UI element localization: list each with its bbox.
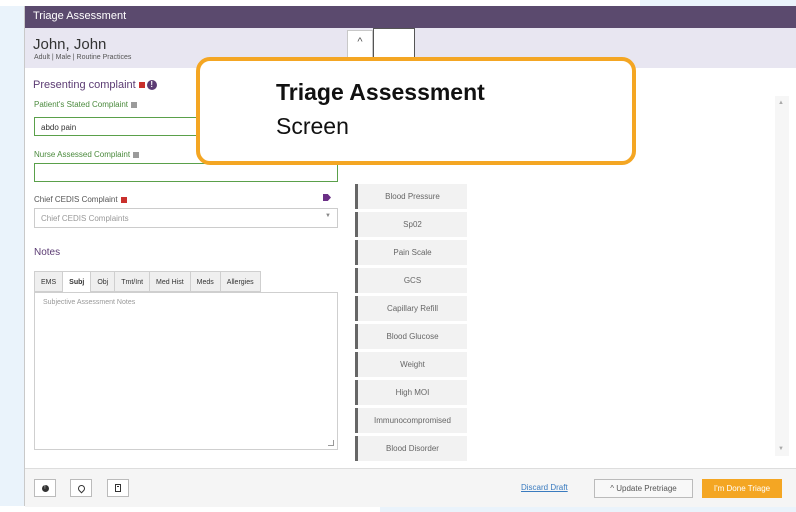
optional-marker-icon [131,101,138,108]
tab-med-hist[interactable]: Med Hist [149,271,190,292]
nurse-complaint-input[interactable] [34,163,338,182]
required-marker-icon [120,196,127,203]
scroll-down-icon[interactable]: ▼ [778,446,784,452]
tab-tmt-int[interactable]: Tmt/Int [114,271,150,292]
patient-meta: Adult | Male | Routine Practices [34,54,132,61]
patient-name: John, John [33,36,107,53]
tab-obj[interactable]: Obj [90,271,115,292]
cedis-complaint-label: Chief CEDIS Complaint [34,195,127,204]
cedis-complaint-select[interactable]: Chief CEDIS Complaints ▼ [34,208,338,228]
stated-complaint-label: Patient's Stated Complaint [34,100,138,109]
vital-pain-scale[interactable]: Pain Scale [355,240,467,265]
notes-title: Notes [34,247,61,258]
callout-subtitle: Screen [276,113,349,139]
cedis-placeholder: Chief CEDIS Complaints [41,214,129,223]
location-pin-icon [76,483,86,493]
notes-textarea[interactable]: Subjective Assessment Notes [34,292,338,450]
callout-title: Triage Assessment [276,79,485,105]
resize-handle-icon[interactable] [328,440,334,446]
nurse-complaint-label: Nurse Assessed Complaint [34,150,140,159]
vital-blood-glucose[interactable]: Blood Glucose [355,324,467,349]
calculator-button[interactable] [107,479,129,497]
presenting-complaint-label: Presenting complaint [33,79,136,91]
vital-capillary-refill[interactable]: Capillary Refill [355,296,467,321]
update-pretriage-button[interactable]: ^ Update Pretriage [594,479,693,498]
footer-bar: ! Discard Draft ^ Update Pretriage I'm D… [25,468,796,507]
cedis-complaint-label-text: Chief CEDIS Complaint [34,195,118,204]
vital-high-moi[interactable]: High MOI [355,380,467,405]
vital-blood-pressure[interactable]: Blood Pressure [355,184,467,209]
done-triage-button[interactable]: I'm Done Triage [702,479,782,498]
presenting-complaint-title: Presenting complaint! [33,79,157,91]
info-icon[interactable]: ! [146,80,157,91]
calculator-icon [115,484,121,492]
vital-weight[interactable]: Weight [355,352,467,377]
title-bar: Triage Assessment [25,6,796,28]
scrollbar[interactable]: ▲ ▼ [775,96,789,456]
vital-blood-disorder[interactable]: Blood Disorder [355,436,467,461]
alert-button[interactable]: ! [34,479,56,497]
tab-ems[interactable]: EMS [34,271,63,292]
tab-meds[interactable]: Meds [189,271,220,292]
window-title: Triage Assessment [33,10,127,22]
tab-allergies[interactable]: Allergies [219,271,261,292]
notes-placeholder: Subjective Assessment Notes [43,299,136,306]
discard-draft-link[interactable]: Discard Draft [521,483,568,492]
tag-icon[interactable] [323,194,331,201]
stated-complaint-label-text: Patient's Stated Complaint [34,100,129,109]
required-marker-icon [138,82,145,89]
alert-icon: ! [41,484,49,492]
optional-marker-icon [133,151,140,158]
vital-spo2[interactable]: Sp02 [355,212,467,237]
vital-gcs[interactable]: GCS [355,268,467,293]
nurse-complaint-label-text: Nurse Assessed Complaint [34,150,131,159]
chevron-down-icon: ▼ [325,213,331,219]
vital-immunocompromised[interactable]: Immunocompromised [355,408,467,433]
scroll-up-icon[interactable]: ▲ [778,100,784,106]
update-pretriage-label: Update Pretriage [616,484,677,493]
location-button[interactable] [70,479,92,497]
notes-tabs: EMS Subj Obj Tmt/Int Med Hist Meds Aller… [34,271,261,292]
tab-subj[interactable]: Subj [62,271,91,292]
callout-annotation: Triage Assessment Screen [196,57,636,165]
